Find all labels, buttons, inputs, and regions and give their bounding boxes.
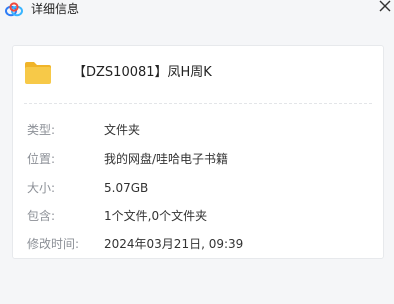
detail-label: 位置: (27, 152, 56, 166)
detail-value: 文件夹 (104, 123, 141, 137)
file-header: 【DZS10081】凤H周K (13, 46, 383, 104)
detail-value: 2024年03月21日, 09:39 (104, 237, 244, 251)
detail-value: 我的网盘/哇哈电子书籍 (104, 152, 229, 166)
detail-value: 5.07GB (104, 181, 149, 195)
detail-label: 大小: (27, 181, 56, 195)
detail-label: 类型: (27, 123, 56, 137)
close-icon[interactable] (378, 0, 392, 12)
detail-row-size: 大小: 5.07GB (13, 179, 383, 197)
detail-value: 1个文件,0个文件夹 (104, 209, 208, 223)
title-bar: 详细信息 (0, 0, 394, 22)
window-title: 详细信息 (31, 2, 80, 16)
file-name: 【DZS10081】凤H周K (73, 65, 212, 80)
detail-row-type: 类型: 文件夹 (13, 121, 383, 139)
detail-row-modified: 修改时间: 2024年03月21日, 09:39 (13, 235, 383, 253)
folder-icon (24, 61, 52, 85)
details-card: 【DZS10081】凤H周K 类型: 文件夹 位置: 我的网盘/哇哈电子书籍 大… (12, 45, 384, 259)
detail-label: 包含: (27, 209, 56, 223)
detail-row-location: 位置: 我的网盘/哇哈电子书籍 (13, 150, 383, 168)
detail-row-contains: 包含: 1个文件,0个文件夹 (13, 207, 383, 225)
detail-label: 修改时间: (27, 237, 80, 251)
details-dialog: 详细信息 【DZS10081】凤H周K 类型: 文件夹 位置: 我的网盘/哇哈电… (0, 0, 394, 304)
divider (24, 103, 372, 104)
cloud-logo-icon (4, 1, 24, 17)
